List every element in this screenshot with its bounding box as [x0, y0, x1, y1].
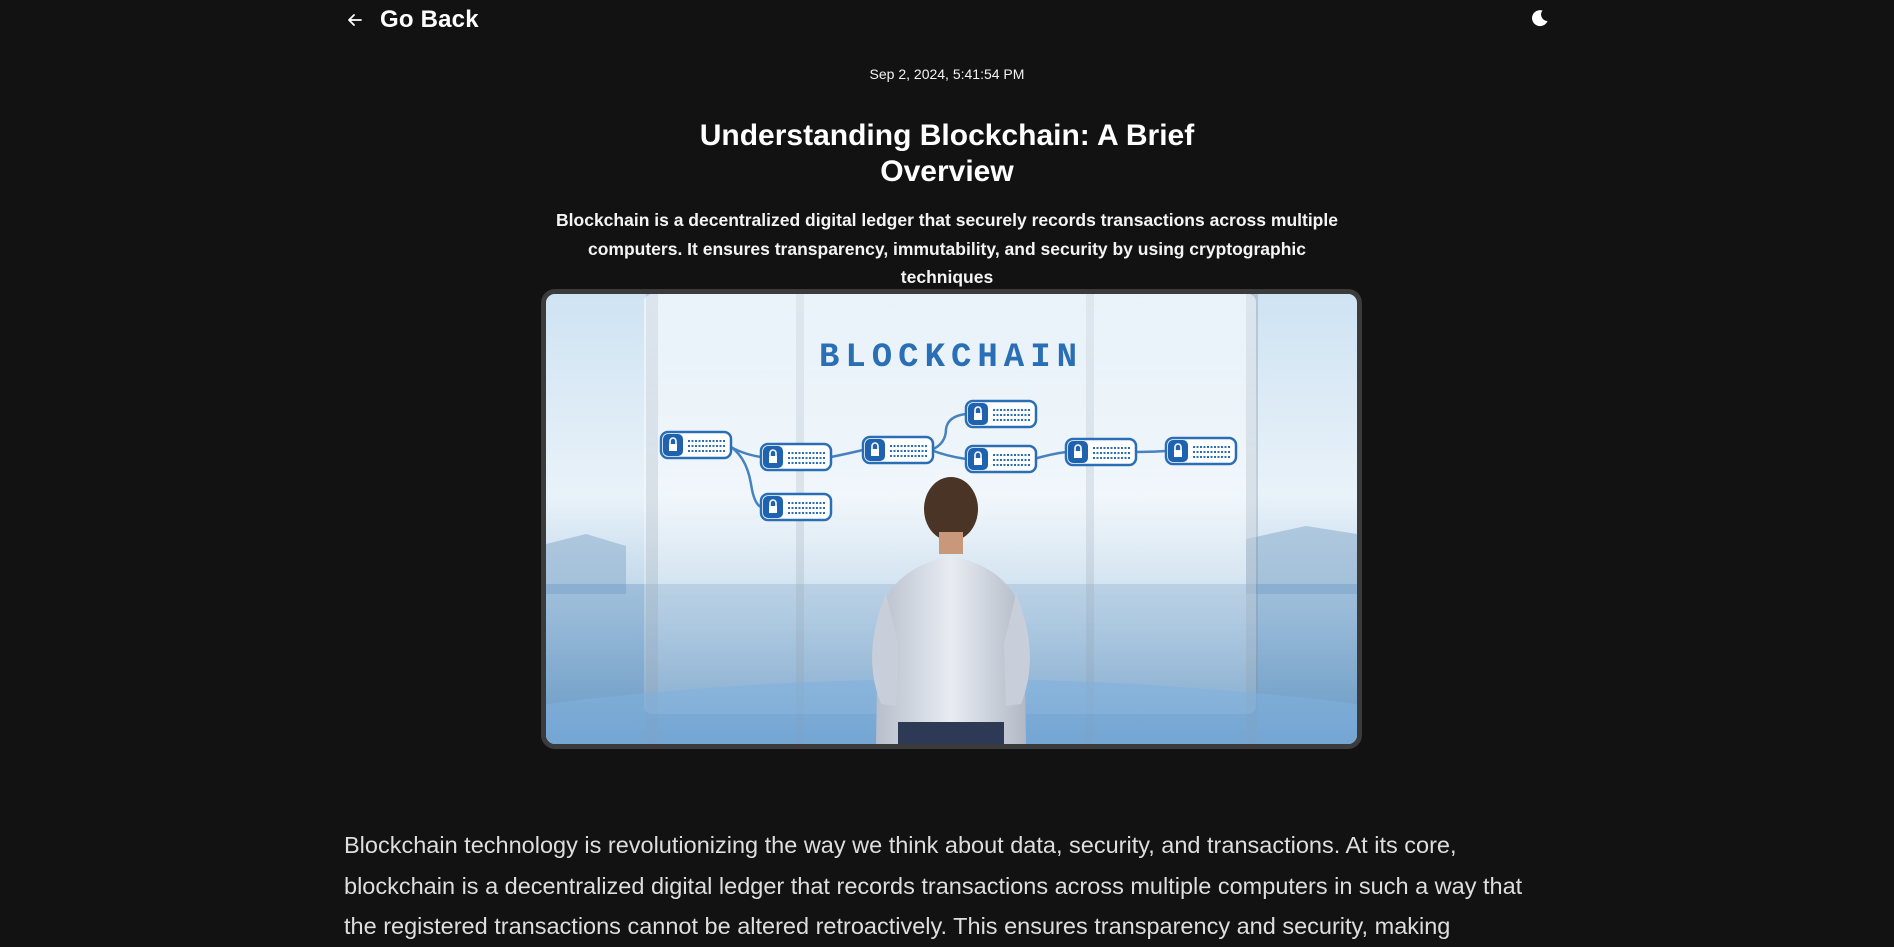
article-page: Go Back Sep 2, 2024, 5:41:54 PM Understa… — [0, 0, 1894, 947]
go-back-label: Go Back — [380, 6, 479, 33]
article-timestamp: Sep 2, 2024, 5:41:54 PM — [869, 66, 1025, 82]
theme-toggle-button[interactable] — [1526, 6, 1554, 34]
article-subtitle: Blockchain is a decentralized digital le… — [556, 210, 1338, 287]
blockchain-illustration: BLOCKCHAIN — [546, 294, 1357, 744]
arrow-left-icon — [344, 9, 366, 31]
article-body: Blockchain technology is revolutionizing… — [344, 832, 1523, 939]
top-bar: Go Back — [344, 0, 1550, 40]
article-title: Understanding Blockchain: A Brief Overvi… — [699, 119, 1195, 188]
go-back-button[interactable]: Go Back — [344, 6, 479, 34]
moon-icon — [1530, 8, 1550, 33]
hero-image: BLOCKCHAIN — [541, 289, 1362, 749]
blockchain-heading-text: BLOCKCHAIN — [819, 339, 1083, 377]
